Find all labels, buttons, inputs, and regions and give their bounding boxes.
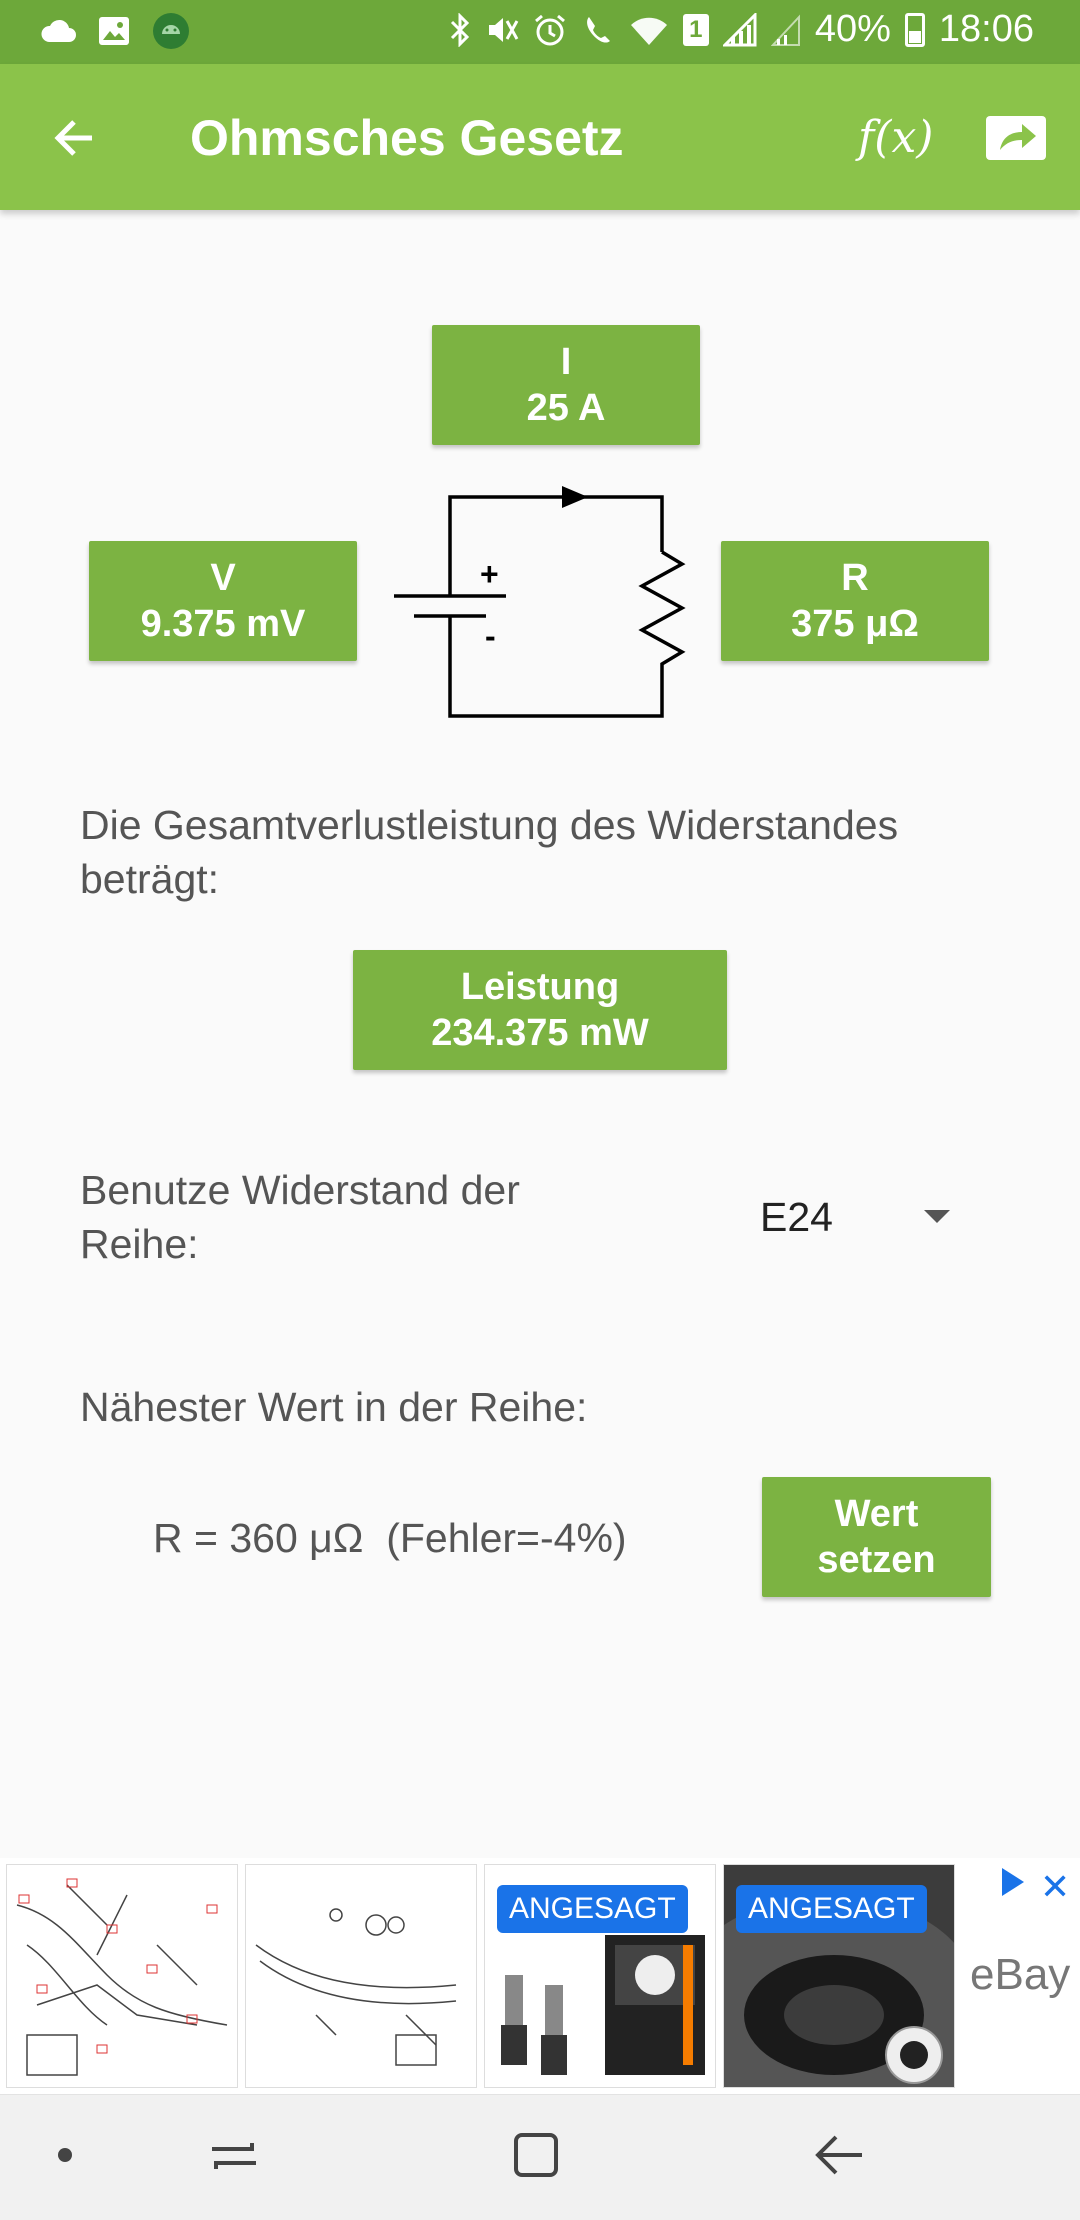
exhaust-diagram-image [255, 1908, 457, 2066]
cloud-icon [41, 19, 76, 42]
series-dropdown-value: E24 [760, 1194, 833, 1240]
power-description: Die Gesamtverlustleistung des Widerstand… [80, 802, 899, 902]
signal-icon [722, 12, 757, 46]
nav-back-icon [815, 2135, 862, 2175]
system-icons: 1 40% 18:06 [449, 8, 1034, 51]
ad-product-4[interactable]: ANGESAGT [723, 1864, 955, 2088]
battery-plus: + [480, 556, 499, 592]
android-icon [153, 13, 189, 49]
resistance-label: R [841, 557, 869, 599]
nav-back-button[interactable] [810, 2125, 870, 2185]
arrow-back-icon [54, 120, 92, 156]
wifi-calling-icon [586, 16, 610, 43]
dropdown-arrow-icon [924, 1210, 950, 1223]
notification-icons [40, 12, 190, 50]
recent-apps-button[interactable] [204, 2125, 264, 2185]
app-bar: Ohmsches Gesetz f(x) [0, 64, 1080, 210]
ad-badge-1: ANGESAGT [497, 1885, 688, 1933]
status-bar: 1 40% 18:06 [0, 0, 1080, 64]
set-value-button[interactable]: Wert setzen [762, 1477, 991, 1597]
close-icon[interactable]: ✕ [1040, 1866, 1070, 1908]
clock: 18:06 [938, 8, 1034, 50]
nearest-result: R = 360 μΩ (Fehler=-4%) [153, 1515, 627, 1561]
nearest-label: Nähester Wert in der Reihe: [80, 1384, 588, 1430]
recent-apps-icon [212, 2143, 256, 2169]
series-label: Benutze Widerstand der Reihe: [80, 1167, 520, 1267]
mute-icon [488, 17, 519, 42]
ad-product-2[interactable] [245, 1864, 477, 2088]
resistance-box[interactable]: R 375 μΩ [721, 541, 989, 661]
home-button[interactable] [506, 2125, 566, 2185]
current-box[interactable]: I 25 A [432, 325, 700, 445]
adchoices-icon[interactable] [1002, 1868, 1024, 1896]
power-label: Leistung [460, 966, 620, 1008]
current-arrow-icon [562, 486, 588, 508]
power-value: 234.375 mW [431, 1012, 649, 1054]
alarm-icon [534, 14, 565, 45]
ad-banner[interactable]: ANGESAGT ANGESAGT ✕ eBay [0, 1858, 1080, 2094]
ad-badge-2: ANGESAGT [736, 1885, 927, 1933]
share-button[interactable] [984, 112, 1048, 164]
voltage-label: V [210, 557, 236, 599]
navigation-bar [0, 2094, 1080, 2220]
signal-icon-2 [770, 13, 800, 46]
sim-badge: 1 [682, 13, 709, 46]
battery-percent: 40% [814, 8, 891, 50]
dot-icon [58, 2148, 72, 2162]
voltage-value: 9.375 mV [140, 603, 306, 645]
series-dropdown[interactable]: E24 [760, 1186, 960, 1248]
battery-minus: - [485, 618, 496, 654]
parts-diagram-image [16, 1878, 228, 2076]
share-icon [986, 116, 1046, 160]
set-value-line1: Wert [834, 1493, 919, 1535]
bluetooth-icon [450, 12, 469, 47]
image-icon [99, 17, 129, 45]
page-title: Ohmsches Gesetz [190, 110, 624, 166]
set-value-line2: setzen [817, 1539, 936, 1581]
nav-dot-button[interactable] [35, 2125, 95, 2185]
home-icon [514, 2133, 558, 2177]
current-label: I [560, 341, 572, 383]
battery-icon [904, 12, 925, 47]
ad-brand[interactable]: eBay [970, 1950, 1070, 2000]
ad-product-1[interactable] [6, 1864, 238, 2088]
circuit-diagram: + - [394, 486, 686, 718]
ad-product-3[interactable]: ANGESAGT [484, 1864, 716, 2088]
current-value: 25 A [526, 387, 606, 429]
formula-button[interactable]: f(x) [858, 108, 933, 168]
voltage-box[interactable]: V 9.375 mV [89, 541, 357, 661]
resistance-value: 375 μΩ [791, 603, 919, 645]
back-button[interactable] [44, 108, 104, 168]
wifi-icon [630, 17, 667, 45]
power-box: Leistung 234.375 mW [353, 950, 727, 1070]
